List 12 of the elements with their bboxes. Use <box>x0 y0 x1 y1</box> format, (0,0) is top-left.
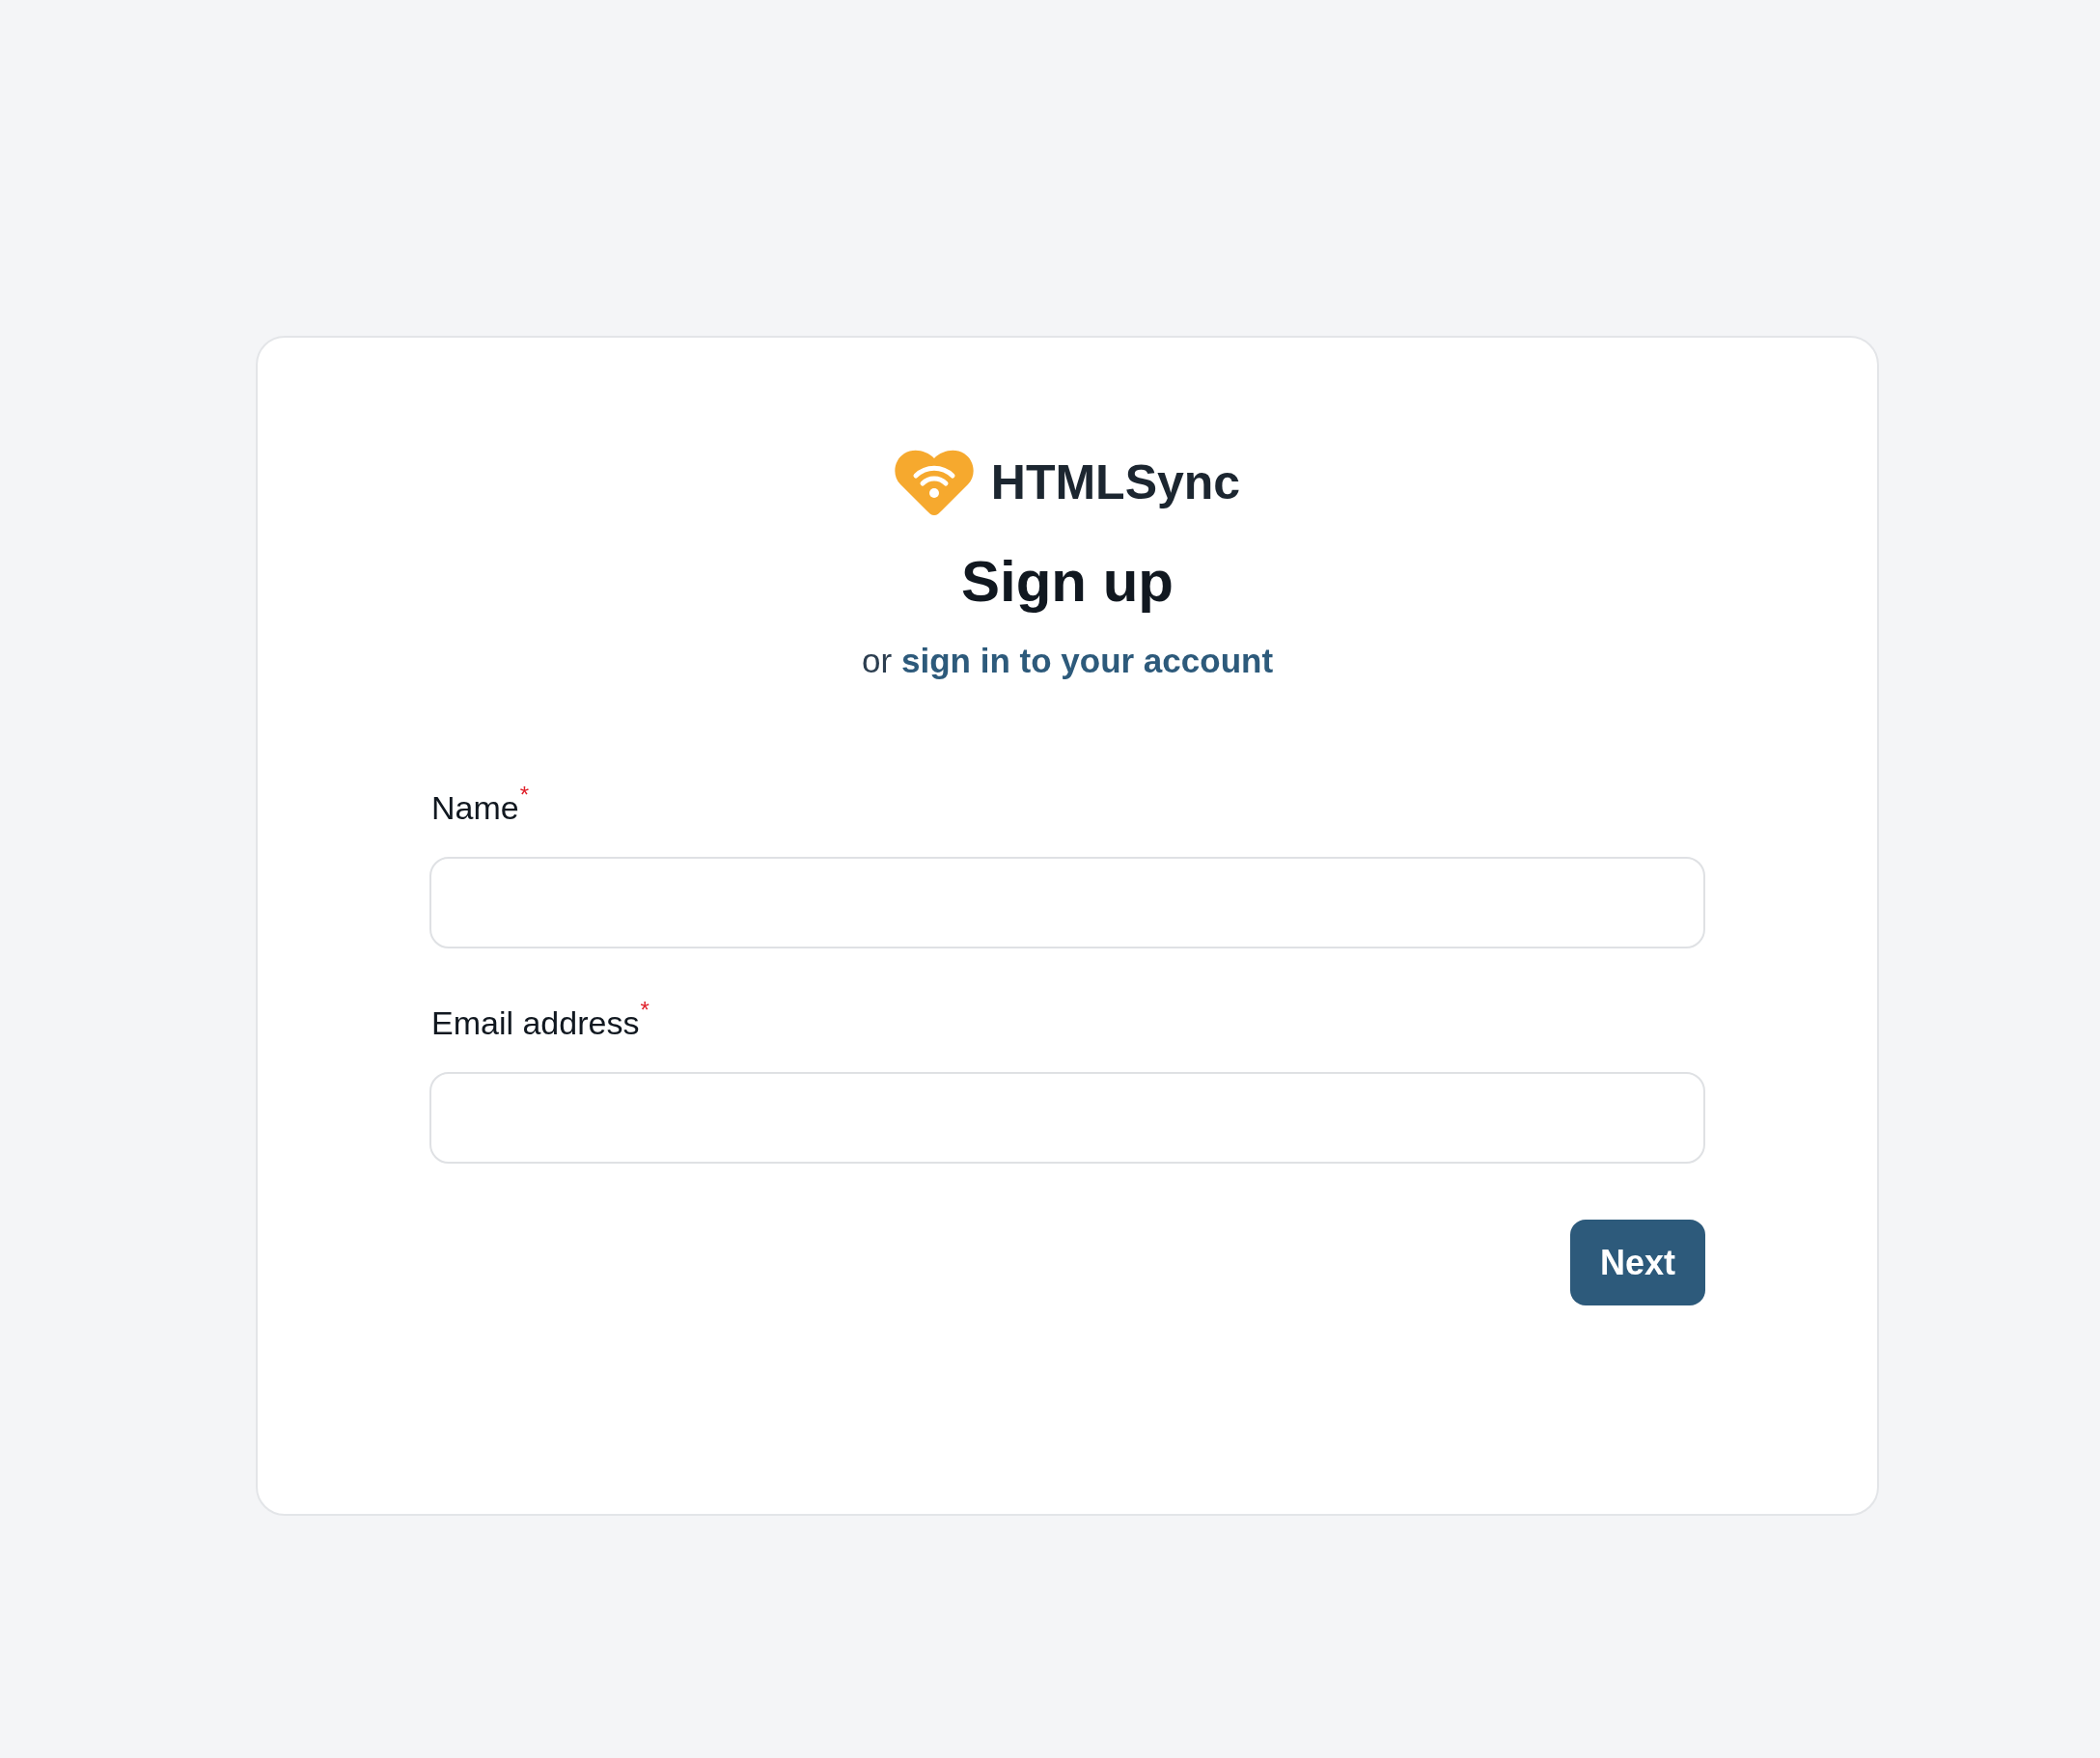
required-mark: * <box>640 999 649 1022</box>
sign-in-link[interactable]: sign in to your account <box>901 644 1274 677</box>
page-heading: Sign up <box>961 553 1174 611</box>
brand-name: HTMLSync <box>990 458 1241 507</box>
subheading-text: or <box>861 644 893 677</box>
input-field[interactable] <box>429 1072 1705 1164</box>
required-mark: * <box>519 783 530 807</box>
heart-wifi-icon <box>894 449 974 516</box>
field-label: Email address <box>431 1006 640 1039</box>
input-field[interactable] <box>429 857 1705 948</box>
next-button[interactable]: Next <box>1570 1220 1705 1305</box>
field-label: Name <box>431 791 519 824</box>
